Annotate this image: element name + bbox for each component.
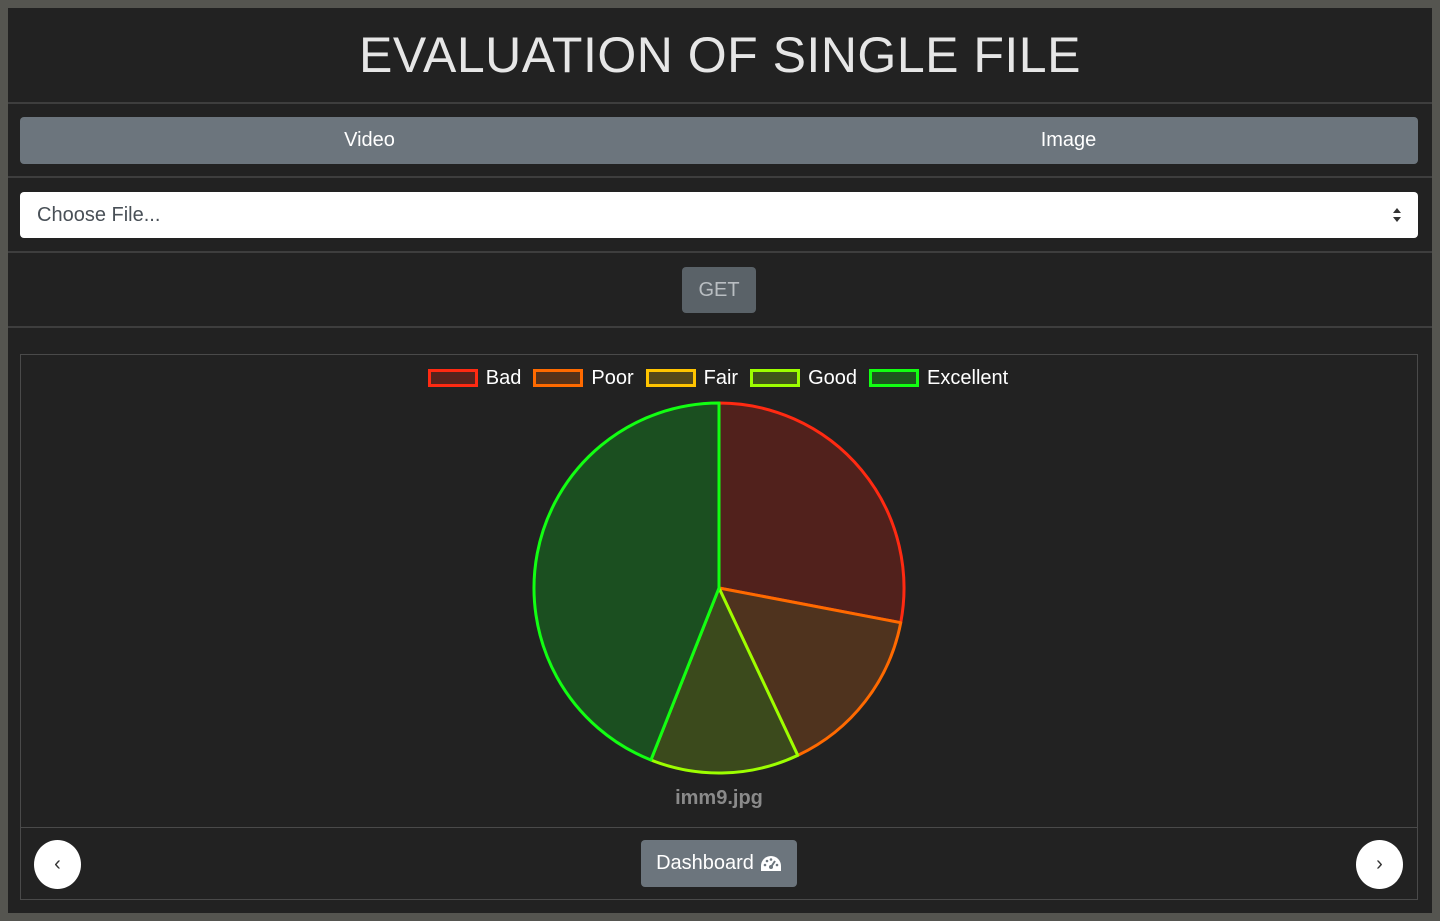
pie-chart (532, 401, 906, 775)
previous-button[interactable]: ‹ (34, 840, 81, 889)
select-caret-icon (1393, 208, 1401, 222)
result-card: Bad Poor Fair Good Excellent imm9.jpg ‹ Dash… (20, 354, 1418, 900)
file-select[interactable]: Choose File... (20, 192, 1418, 238)
media-type-section: Video Image (8, 104, 1432, 178)
media-type-tabs: Video Image (20, 117, 1418, 164)
file-name-caption: imm9.jpg (675, 787, 763, 809)
header: EVALUATION OF SINGLE FILE (8, 8, 1432, 104)
file-select-section: Choose File... (8, 178, 1432, 253)
file-select-value: Choose File... (37, 203, 161, 226)
app-frame: EVALUATION OF SINGLE FILE Video Image Ch… (8, 8, 1432, 913)
tab-video[interactable]: Video (20, 117, 719, 164)
tachometer-icon (760, 855, 781, 871)
get-section: GET (8, 253, 1432, 328)
pie-slice-bad[interactable] (717, 401, 906, 625)
dashboard-button[interactable]: Dashboard (641, 840, 797, 887)
get-button[interactable]: GET (682, 267, 756, 313)
tab-image[interactable]: Image (719, 117, 1418, 164)
card-footer: ‹ Dashboard › (21, 828, 1417, 900)
next-button[interactable]: › (1356, 840, 1403, 889)
page-title: EVALUATION OF SINGLE FILE (359, 27, 1081, 83)
dashboard-label: Dashboard (656, 852, 754, 874)
chart-area: Bad Poor Fair Good Excellent imm9.jpg (21, 355, 1417, 828)
